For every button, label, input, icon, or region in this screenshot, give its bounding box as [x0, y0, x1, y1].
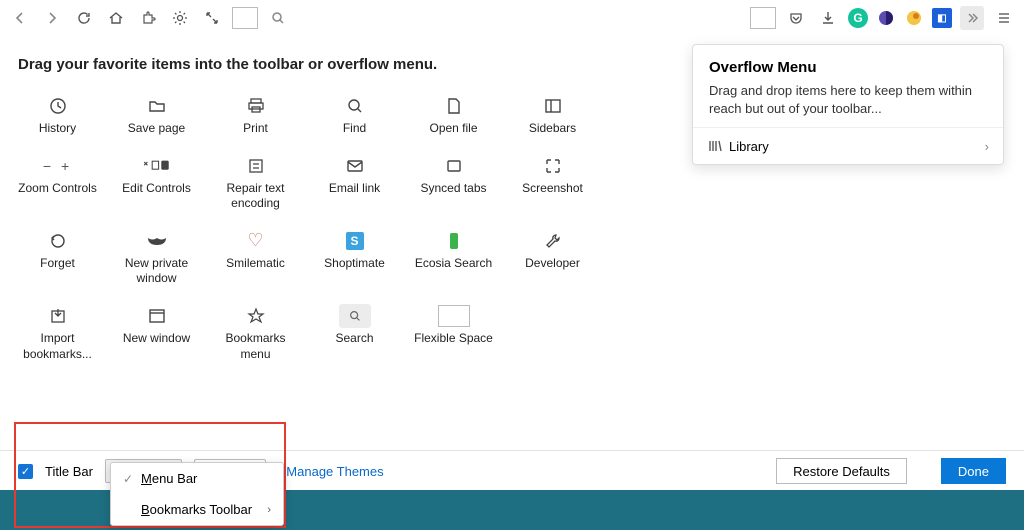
restore-defaults-button[interactable]: Restore Defaults [776, 458, 907, 484]
synced-icon [438, 153, 470, 179]
forget-icon [42, 228, 74, 254]
window-icon [141, 303, 173, 329]
overflow-menu-panel: Overflow Menu Drag and drop items here t… [692, 44, 1004, 165]
palette-forget[interactable]: Forget [8, 220, 107, 295]
menuitem-bookmarks-toolbar[interactable]: Bookmarks Toolbar› [111, 494, 283, 525]
clock-icon [42, 93, 74, 119]
library-icon [707, 138, 729, 154]
edit-icon [141, 153, 173, 179]
toolbar-placeholder-box[interactable] [232, 7, 258, 29]
sidebar-icon [537, 93, 569, 119]
screenshot-icon [537, 153, 569, 179]
extension-blue-icon[interactable]: ◧ [932, 8, 952, 28]
back-icon[interactable] [8, 6, 32, 30]
download-icon[interactable] [816, 6, 840, 30]
extension-orb-icon[interactable] [876, 8, 896, 28]
chevron-right-icon: › [267, 504, 271, 516]
star-icon [240, 303, 272, 329]
overflow-title: Overflow Menu [709, 59, 987, 76]
titlebar-checkbox[interactable]: ✓ [18, 464, 33, 479]
ecosia-icon [438, 228, 470, 254]
toolbars-menu: ✓Menu Bar Bookmarks Toolbar› [110, 462, 284, 526]
gear-icon[interactable] [168, 6, 192, 30]
browser-toolbar: G ◧ [0, 0, 1024, 36]
palette-smilematic[interactable]: ♡Smilematic [206, 220, 305, 295]
menuitem-menubar[interactable]: ✓Menu Bar [111, 463, 283, 494]
s-badge-icon: S [339, 228, 371, 254]
mail-icon [339, 153, 371, 179]
palette-flexible-space[interactable]: Flexible Space [404, 295, 503, 370]
forward-icon[interactable] [40, 6, 64, 30]
print-icon [240, 93, 272, 119]
grammarly-icon[interactable]: G [848, 8, 868, 28]
reload-icon[interactable] [72, 6, 96, 30]
toolbar-placeholder-box-right[interactable] [750, 7, 776, 29]
flexbox-icon [438, 303, 470, 329]
file-icon [438, 93, 470, 119]
pocket-icon[interactable] [784, 6, 808, 30]
palette-ecosia[interactable]: Ecosia Search [404, 220, 503, 295]
palette-open-file[interactable]: Open file [404, 85, 503, 145]
palette-bookmarks-menu[interactable]: Bookmarks menu [206, 295, 305, 370]
palette-email[interactable]: Email link [305, 145, 404, 220]
bottom-bar: ✓ Title Bar Toolbars⌄ Density⌄ Manage Th… [0, 450, 1024, 530]
palette-private[interactable]: New private window [107, 220, 206, 295]
repair-icon [240, 153, 272, 179]
palette-developer[interactable]: Developer [503, 220, 602, 295]
search-icon[interactable] [266, 6, 290, 30]
palette-print[interactable]: Print [206, 85, 305, 145]
overflow-item-library[interactable]: Library › [693, 127, 1003, 164]
palette-shoptimate[interactable]: SShoptimate [305, 220, 404, 295]
home-icon[interactable] [104, 6, 128, 30]
palette-screenshot[interactable]: Screenshot [503, 145, 602, 220]
import-icon [42, 303, 74, 329]
extension-yellow-icon[interactable] [904, 8, 924, 28]
palette-new-window[interactable]: New window [107, 295, 206, 370]
searchbox-icon [339, 303, 371, 329]
palette-sidebars[interactable]: Sidebars [503, 85, 602, 145]
heart-icon: ♡ [240, 228, 272, 254]
search-icon [339, 93, 371, 119]
palette-synced[interactable]: Synced tabs [404, 145, 503, 220]
zoom-icon: − + [42, 153, 74, 179]
hamburger-icon[interactable] [992, 6, 1016, 30]
fullscreen-icon[interactable] [200, 6, 224, 30]
chevron-right-icon: › [985, 139, 989, 154]
palette-save-page[interactable]: Save page [107, 85, 206, 145]
puzzle-icon[interactable] [136, 6, 160, 30]
palette-search[interactable]: Search [305, 295, 404, 370]
done-button[interactable]: Done [941, 458, 1006, 484]
palette-import-bookmarks[interactable]: Import bookmarks... [8, 295, 107, 370]
more-icon[interactable] [960, 6, 984, 30]
wrench-icon [537, 228, 569, 254]
palette-edit[interactable]: Edit Controls [107, 145, 206, 220]
overflow-desc: Drag and drop items here to keep them wi… [709, 82, 987, 117]
palette-history[interactable]: History [8, 85, 107, 145]
check-icon: ✓ [123, 472, 141, 486]
mask-icon [141, 228, 173, 254]
folder-icon [141, 93, 173, 119]
titlebar-label: Title Bar [45, 464, 93, 479]
palette-zoom[interactable]: − +Zoom Controls [8, 145, 107, 220]
palette-find[interactable]: Find [305, 85, 404, 145]
manage-themes-link[interactable]: Manage Themes [286, 464, 383, 479]
palette-repair[interactable]: Repair text encoding [206, 145, 305, 220]
